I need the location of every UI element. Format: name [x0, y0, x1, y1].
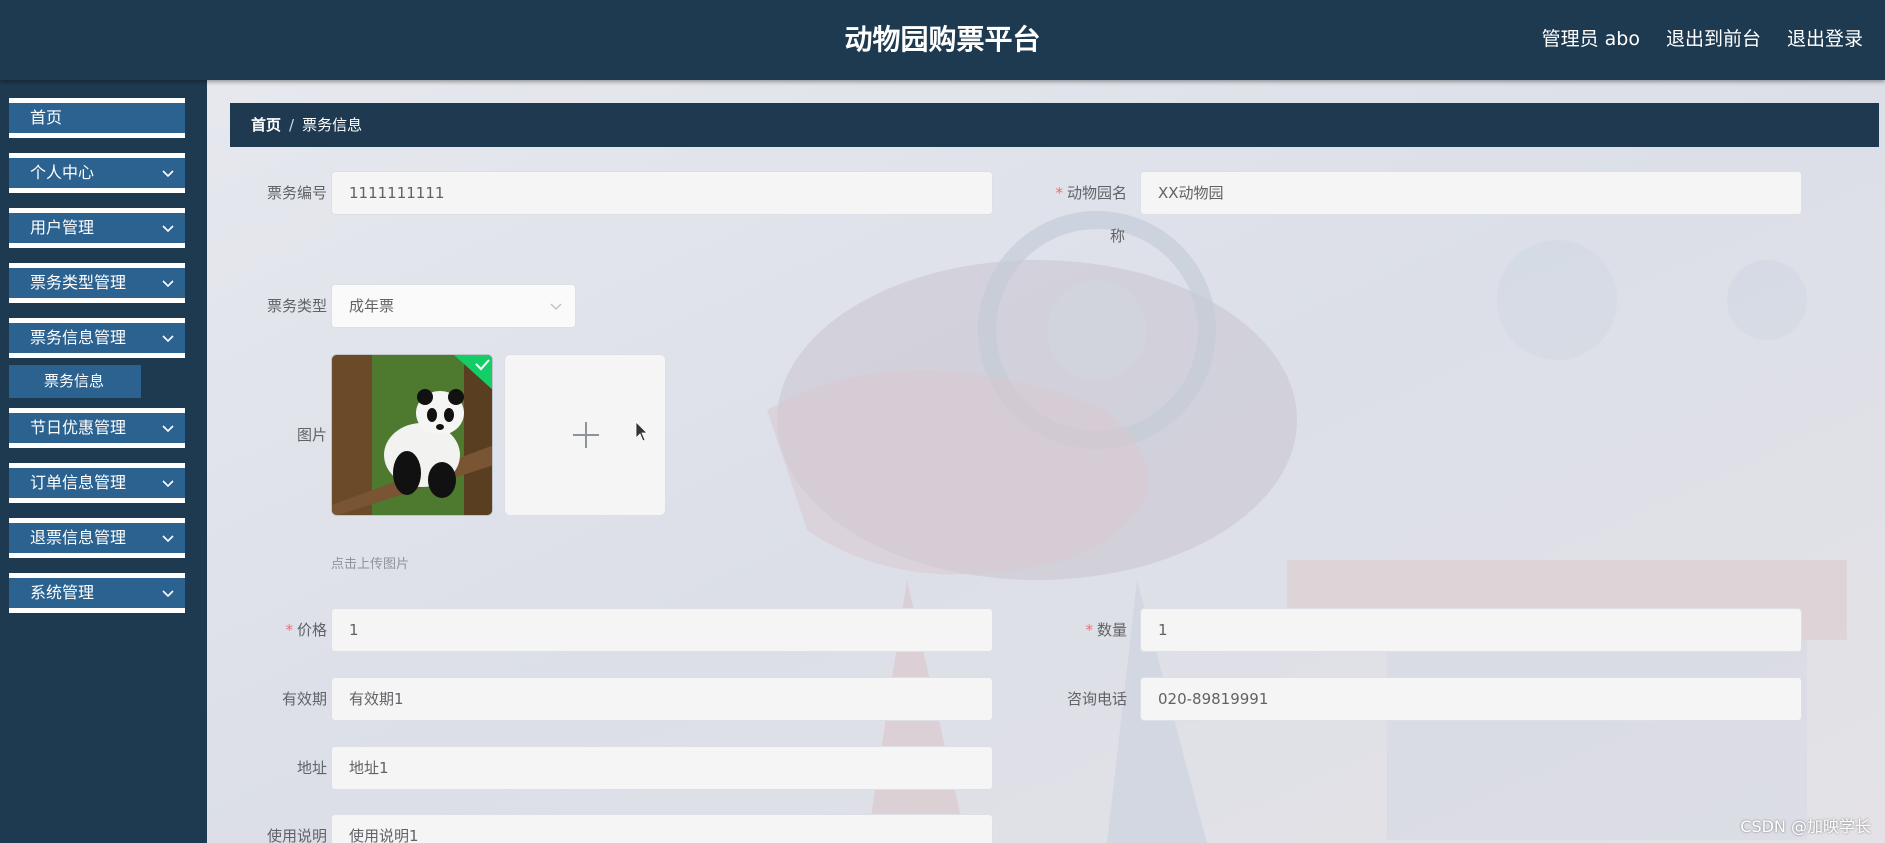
sidebar-item-label: 订单信息管理: [30, 473, 127, 492]
watermark: CSDN @加映学长: [1740, 817, 1871, 836]
ticket-type-select[interactable]: 成年票: [331, 284, 576, 328]
sidebar-item-refund-management[interactable]: 退票信息管理: [9, 518, 185, 558]
sidebar-item-holiday-discount-management[interactable]: 节日优惠管理: [9, 408, 185, 448]
chevron-down-icon: [162, 425, 174, 433]
sidebar-item-personal-center[interactable]: 个人中心: [9, 153, 185, 193]
phone-label: 咨询电话: [1066, 690, 1127, 708]
sidebar-item-label: 个人中心: [30, 163, 95, 182]
sidebar-item-user-management[interactable]: 用户管理: [9, 208, 185, 248]
chevron-down-icon: [162, 170, 174, 178]
sidebar-subitem-ticket-info[interactable]: 票务信息: [9, 365, 141, 398]
instructions-label: 使用说明: [266, 827, 327, 843]
chevron-down-icon: [162, 335, 174, 343]
panda-photo: [332, 355, 492, 515]
sidebar-item-label: 票务类型管理: [30, 273, 127, 292]
sidebar: 首页 个人中心 用户管理 票务类型管理 票务信息管理 票务信息 节日优惠管理 订…: [0, 80, 207, 843]
address-input[interactable]: 地址1: [331, 746, 993, 790]
exit-to-front-link[interactable]: 退出到前台: [1666, 24, 1761, 54]
sidebar-item-label: 票务信息管理: [30, 328, 127, 347]
sidebar-item-system-management[interactable]: 系统管理: [9, 573, 185, 613]
zoo-name-input[interactable]: XX动物园: [1140, 171, 1802, 215]
upload-add-button[interactable]: [504, 354, 666, 516]
admin-user-link[interactable]: 管理员 abo: [1542, 24, 1640, 54]
chevron-down-icon: [162, 280, 174, 288]
price-label: * 价格: [285, 621, 327, 639]
uploaded-panda-image[interactable]: [331, 354, 493, 516]
sidebar-item-label: 退票信息管理: [30, 528, 127, 547]
zoo-name-label-wrap: 称: [1109, 227, 1125, 245]
phone-input[interactable]: 020-89819991: [1140, 677, 1802, 721]
sidebar-item-label: 系统管理: [30, 583, 95, 602]
zoo-name-label: * 动物园名: [1055, 184, 1127, 202]
header-links: 管理员 abo 退出到前台 退出登录: [1542, 24, 1863, 54]
instructions-input[interactable]: 使用说明1: [331, 814, 993, 843]
image-label: 图片: [296, 426, 327, 444]
chevron-down-icon: [162, 590, 174, 598]
ticket-type-label: 票务类型: [266, 297, 327, 315]
sidebar-item-label: 节日优惠管理: [30, 418, 127, 437]
sidebar-item-ticket-type-management[interactable]: 票务类型管理: [9, 263, 185, 303]
sidebar-item-home[interactable]: 首页: [9, 98, 185, 138]
top-header: 动物园购票平台 管理员 abo 退出到前台 退出登录: [0, 0, 1885, 80]
sidebar-item-label: 首页: [30, 108, 63, 127]
validity-label: 有效期: [281, 690, 327, 708]
logout-link[interactable]: 退出登录: [1787, 24, 1863, 54]
address-label: 地址: [296, 759, 327, 777]
chevron-down-icon: [550, 303, 562, 311]
ticket-form: 票务编号 1111111111 * 动物园名 称 XX动物园 票务类型 成年票 图…: [207, 80, 1885, 843]
price-input[interactable]: 1: [331, 608, 993, 652]
quantity-input[interactable]: 1: [1140, 608, 1802, 652]
plus-icon: [573, 421, 648, 448]
quantity-label: * 数量: [1085, 621, 1127, 639]
validity-input[interactable]: 有效期1: [331, 677, 993, 721]
sidebar-item-label: 用户管理: [30, 218, 95, 237]
chevron-down-icon: [162, 480, 174, 488]
ticket-no-label: 票务编号: [266, 184, 327, 202]
main-content: 首页 / 票务信息 票务编号 1111111111 * 动物园名 称 XX动物园 票务…: [207, 80, 1885, 843]
upload-hint: 点击上传图片: [331, 557, 410, 572]
ticket-no-input[interactable]: 1111111111: [331, 171, 993, 215]
chevron-down-icon: [162, 535, 174, 543]
sidebar-item-ticket-info-management[interactable]: 票务信息管理: [9, 318, 185, 358]
sidebar-item-order-management[interactable]: 订单信息管理: [9, 463, 185, 503]
ticket-type-value: 成年票: [349, 297, 395, 315]
chevron-down-icon: [162, 225, 174, 233]
